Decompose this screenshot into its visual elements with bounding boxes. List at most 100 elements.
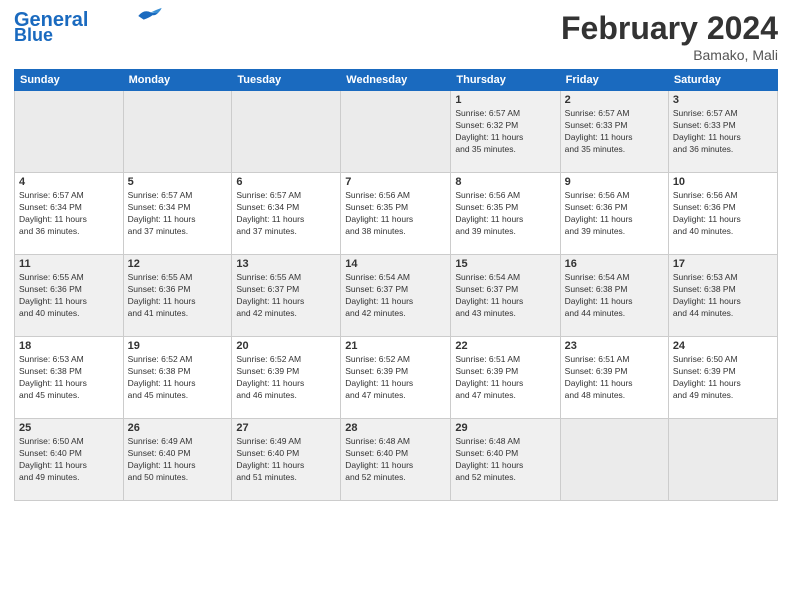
calendar-week-row: 18 Sunrise: 6:53 AM Sunset: 6:38 PM Dayli… — [15, 337, 778, 419]
calendar-cell: 6 Sunrise: 6:57 AM Sunset: 6:34 PM Daylig… — [232, 173, 341, 255]
day-info: Sunrise: 6:57 AM Sunset: 6:34 PM Dayligh… — [19, 190, 119, 238]
day-info: Sunrise: 6:53 AM Sunset: 6:38 PM Dayligh… — [673, 272, 773, 320]
day-info: Sunrise: 6:53 AM Sunset: 6:38 PM Dayligh… — [19, 354, 119, 402]
calendar-cell: 9 Sunrise: 6:56 AM Sunset: 6:36 PM Daylig… — [560, 173, 668, 255]
day-number: 11 — [19, 258, 119, 270]
calendar-week-row: 4 Sunrise: 6:57 AM Sunset: 6:34 PM Daylig… — [15, 173, 778, 255]
weekday-header: Sunday — [15, 70, 124, 91]
day-info: Sunrise: 6:54 AM Sunset: 6:38 PM Dayligh… — [565, 272, 664, 320]
day-info: Sunrise: 6:57 AM Sunset: 6:34 PM Dayligh… — [128, 190, 228, 238]
calendar-cell: 5 Sunrise: 6:57 AM Sunset: 6:34 PM Daylig… — [123, 173, 232, 255]
day-number: 6 — [236, 176, 336, 188]
calendar-cell: 15Sunrise: 6:54 AM Sunset: 6:37 PM Dayli… — [451, 255, 560, 337]
calendar-cell — [123, 91, 232, 173]
day-info: Sunrise: 6:52 AM Sunset: 6:39 PM Dayligh… — [345, 354, 446, 402]
calendar-cell — [15, 91, 124, 173]
day-number: 10 — [673, 176, 773, 188]
calendar-cell: 10 Sunrise: 6:56 AM Sunset: 6:36 PM Dayli… — [668, 173, 777, 255]
calendar-week-row: 1 Sunrise: 6:57 AM Sunset: 6:32 PM Daylig… — [15, 91, 778, 173]
day-info: Sunrise: 6:56 AM Sunset: 6:35 PM Dayligh… — [345, 190, 446, 238]
day-number: 27 — [236, 422, 336, 434]
weekday-header: Saturday — [668, 70, 777, 91]
calendar-cell: 22 Sunrise: 6:51 AM Sunset: 6:39 PM Dayli… — [451, 337, 560, 419]
calendar-cell — [668, 419, 777, 501]
calendar-cell: 4 Sunrise: 6:57 AM Sunset: 6:34 PM Daylig… — [15, 173, 124, 255]
day-number: 8 — [455, 176, 555, 188]
day-info: Sunrise: 6:55 AM Sunset: 6:36 PM Dayligh… — [19, 272, 119, 320]
calendar-cell: 14 Sunrise: 6:54 AM Sunset: 6:37 PM Dayli… — [341, 255, 451, 337]
day-info: Sunrise: 6:48 AM Sunset: 6:40 PM Dayligh… — [345, 436, 446, 484]
day-number: 23 — [565, 340, 664, 352]
day-number: 28 — [345, 422, 446, 434]
calendar-cell: 26Sunrise: 6:49 AM Sunset: 6:40 PM Dayli… — [123, 419, 232, 501]
calendar-cell: 12 Sunrise: 6:55 AM Sunset: 6:36 PM Dayli… — [123, 255, 232, 337]
weekday-header: Thursday — [451, 70, 560, 91]
calendar-cell: 27 Sunrise: 6:49 AM Sunset: 6:40 PM Dayli… — [232, 419, 341, 501]
day-number: 7 — [345, 176, 446, 188]
day-info: Sunrise: 6:55 AM Sunset: 6:37 PM Dayligh… — [236, 272, 336, 320]
weekday-header: Wednesday — [341, 70, 451, 91]
calendar-cell: 1 Sunrise: 6:57 AM Sunset: 6:32 PM Daylig… — [451, 91, 560, 173]
day-info: Sunrise: 6:49 AM Sunset: 6:40 PM Dayligh… — [128, 436, 228, 484]
day-number: 2 — [565, 94, 664, 106]
day-number: 24 — [673, 340, 773, 352]
calendar-cell: 28 Sunrise: 6:48 AM Sunset: 6:40 PM Dayli… — [341, 419, 451, 501]
calendar-cell: 13Sunrise: 6:55 AM Sunset: 6:37 PM Dayli… — [232, 255, 341, 337]
calendar-cell: 25Sunrise: 6:50 AM Sunset: 6:40 PM Dayli… — [15, 419, 124, 501]
day-number: 1 — [455, 94, 555, 106]
day-info: Sunrise: 6:55 AM Sunset: 6:36 PM Dayligh… — [128, 272, 228, 320]
calendar-week-row: 25Sunrise: 6:50 AM Sunset: 6:40 PM Dayli… — [15, 419, 778, 501]
calendar-cell — [341, 91, 451, 173]
weekday-header: Tuesday — [232, 70, 341, 91]
day-number: 3 — [673, 94, 773, 106]
calendar-cell: 8 Sunrise: 6:56 AM Sunset: 6:35 PM Daylig… — [451, 173, 560, 255]
day-info: Sunrise: 6:50 AM Sunset: 6:39 PM Dayligh… — [673, 354, 773, 402]
day-info: Sunrise: 6:51 AM Sunset: 6:39 PM Dayligh… — [565, 354, 664, 402]
day-info: Sunrise: 6:57 AM Sunset: 6:33 PM Dayligh… — [673, 108, 773, 156]
day-info: Sunrise: 6:49 AM Sunset: 6:40 PM Dayligh… — [236, 436, 336, 484]
day-info: Sunrise: 6:48 AM Sunset: 6:40 PM Dayligh… — [455, 436, 555, 484]
day-number: 25 — [19, 422, 119, 434]
day-info: Sunrise: 6:56 AM Sunset: 6:36 PM Dayligh… — [565, 190, 664, 238]
calendar-cell: 2Sunrise: 6:57 AM Sunset: 6:33 PM Daylig… — [560, 91, 668, 173]
day-number: 22 — [455, 340, 555, 352]
day-info: Sunrise: 6:56 AM Sunset: 6:35 PM Dayligh… — [455, 190, 555, 238]
day-number: 5 — [128, 176, 228, 188]
month-title: February 2024 — [561, 10, 778, 47]
calendar-cell — [232, 91, 341, 173]
day-info: Sunrise: 6:52 AM Sunset: 6:38 PM Dayligh… — [128, 354, 228, 402]
day-number: 9 — [565, 176, 664, 188]
calendar-cell: 24 Sunrise: 6:50 AM Sunset: 6:39 PM Dayli… — [668, 337, 777, 419]
page-header: General Blue February 2024 Bamako, Mali — [14, 10, 778, 63]
calendar-cell: 21 Sunrise: 6:52 AM Sunset: 6:39 PM Dayli… — [341, 337, 451, 419]
calendar-cell — [560, 419, 668, 501]
logo: General Blue — [14, 10, 164, 44]
day-number: 17 — [673, 258, 773, 270]
weekday-header-row: SundayMondayTuesdayWednesdayThursdayFrid… — [15, 70, 778, 91]
calendar-cell: 3 Sunrise: 6:57 AM Sunset: 6:33 PM Daylig… — [668, 91, 777, 173]
day-info: Sunrise: 6:57 AM Sunset: 6:32 PM Dayligh… — [455, 108, 555, 156]
day-number: 4 — [19, 176, 119, 188]
day-info: Sunrise: 6:51 AM Sunset: 6:39 PM Dayligh… — [455, 354, 555, 402]
day-info: Sunrise: 6:52 AM Sunset: 6:39 PM Dayligh… — [236, 354, 336, 402]
day-info: Sunrise: 6:57 AM Sunset: 6:34 PM Dayligh… — [236, 190, 336, 238]
day-info: Sunrise: 6:54 AM Sunset: 6:37 PM Dayligh… — [345, 272, 446, 320]
day-number: 15 — [455, 258, 555, 270]
day-number: 20 — [236, 340, 336, 352]
day-number: 16 — [565, 258, 664, 270]
day-number: 14 — [345, 258, 446, 270]
calendar-cell: 29Sunrise: 6:48 AM Sunset: 6:40 PM Dayli… — [451, 419, 560, 501]
calendar-table: SundayMondayTuesdayWednesdayThursdayFrid… — [14, 69, 778, 501]
day-number: 12 — [128, 258, 228, 270]
day-number: 18 — [19, 340, 119, 352]
calendar-cell: 17 Sunrise: 6:53 AM Sunset: 6:38 PM Dayli… — [668, 255, 777, 337]
calendar-cell: 18 Sunrise: 6:53 AM Sunset: 6:38 PM Dayli… — [15, 337, 124, 419]
calendar-cell: 23 Sunrise: 6:51 AM Sunset: 6:39 PM Dayli… — [560, 337, 668, 419]
calendar-cell: 20 Sunrise: 6:52 AM Sunset: 6:39 PM Dayli… — [232, 337, 341, 419]
calendar-cell: 7 Sunrise: 6:56 AM Sunset: 6:35 PM Daylig… — [341, 173, 451, 255]
day-info: Sunrise: 6:56 AM Sunset: 6:36 PM Dayligh… — [673, 190, 773, 238]
calendar-cell: 19Sunrise: 6:52 AM Sunset: 6:38 PM Dayli… — [123, 337, 232, 419]
weekday-header: Friday — [560, 70, 668, 91]
day-number: 21 — [345, 340, 446, 352]
calendar-cell: 16 Sunrise: 6:54 AM Sunset: 6:38 PM Dayli… — [560, 255, 668, 337]
